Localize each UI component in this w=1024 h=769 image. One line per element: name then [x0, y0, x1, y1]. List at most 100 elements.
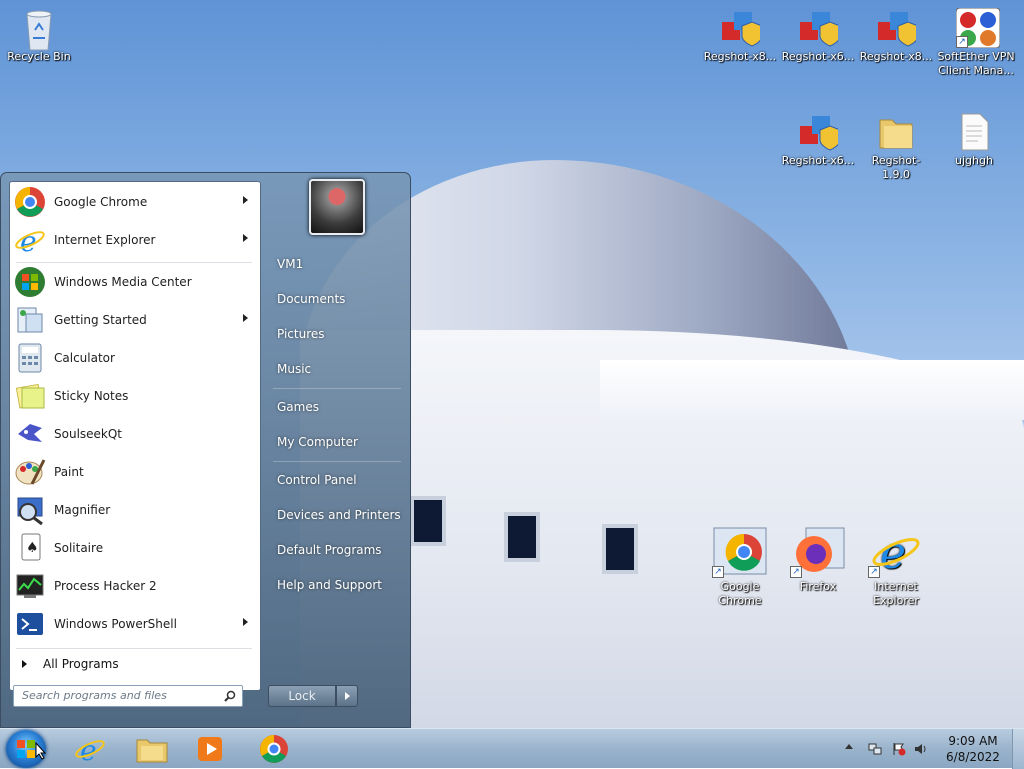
recycle-bin-icon: [19, 8, 59, 51]
desktop-icon-regshot-x86-1[interactable]: Regshot-x8...: [702, 8, 778, 64]
start-item-windows-media-center[interactable]: Windows Media Center: [12, 264, 258, 300]
search-input[interactable]: Search programs and files: [13, 685, 243, 707]
separator: [16, 262, 252, 263]
getting-started-icon: [14, 304, 46, 336]
desktop-icon-regshot-folder[interactable]: Regshot-1.9.0: [858, 112, 934, 182]
desktop-icon-label: Regshot-x6...: [781, 154, 855, 167]
shortcut-arrow-icon: ↗: [790, 566, 802, 578]
search-placeholder: Search programs and files: [22, 689, 167, 702]
taskbar: e 9:09 AM 6/8/2022: [0, 728, 1024, 769]
submenu-arrow-icon[interactable]: [243, 196, 248, 204]
start-item-paint[interactable]: Paint: [12, 454, 258, 490]
start-item-google-chrome[interactable]: Google Chrome: [12, 184, 258, 220]
wallpaper-window: [410, 496, 446, 546]
separator: [273, 388, 401, 389]
shutdown-options-arrow-icon[interactable]: [336, 685, 358, 707]
submenu-arrow-icon[interactable]: [243, 234, 248, 242]
taskbar-google-chrome[interactable]: [246, 732, 302, 766]
start-right-pictures[interactable]: Pictures: [271, 318, 407, 350]
user-avatar[interactable]: [309, 179, 365, 235]
all-programs-button[interactable]: All Programs: [12, 651, 258, 677]
start-right-help-support[interactable]: Help and Support: [271, 569, 407, 601]
desktop-icon-label: Internet Explorer: [873, 580, 919, 607]
separator: [273, 461, 401, 462]
start-right-default-programs[interactable]: Default Programs: [271, 534, 407, 566]
desktop-icon-label: Firefox: [799, 580, 837, 593]
start-right-documents[interactable]: Documents: [271, 283, 407, 315]
desktop-icon-internet-explorer[interactable]: e ↗ Internet Explorer: [858, 526, 934, 608]
regshot-icon: [720, 8, 763, 48]
action-center-flag-icon[interactable]: [892, 742, 906, 756]
start-item-windows-powershell[interactable]: Windows PowerShell: [12, 606, 258, 642]
shortcut-arrow-icon: ↗: [868, 566, 880, 578]
desktop-icon-label: Recycle Bin: [7, 50, 71, 63]
powershell-icon: [14, 608, 46, 640]
start-item-getting-started[interactable]: Getting Started: [12, 302, 258, 338]
magnifier-icon: [14, 494, 46, 526]
desktop-icon-ujghgh[interactable]: ujghgh: [936, 112, 1012, 168]
start-right-my-computer[interactable]: My Computer: [271, 426, 407, 458]
network-icon[interactable]: [868, 742, 882, 756]
desktop-icon-label: SoftEther VPN Client Mana...: [937, 50, 1015, 77]
start-item-process-hacker-2[interactable]: Process Hacker 2: [12, 568, 258, 604]
windows-logo-icon: [17, 740, 35, 758]
start-item-label: Getting Started: [54, 313, 147, 327]
show-hidden-icons-icon[interactable]: [845, 744, 853, 749]
lock-button[interactable]: Lock: [268, 685, 336, 707]
search-icon[interactable]: [224, 690, 236, 702]
mouse-cursor-icon: [35, 742, 47, 760]
start-item-magnifier[interactable]: Magnifier: [12, 492, 258, 528]
regshot-icon: [798, 8, 841, 48]
start-item-calculator[interactable]: Calculator: [12, 340, 258, 376]
chrome-icon: [14, 186, 46, 218]
wallpaper-window: [504, 512, 540, 562]
regshot-icon: [798, 112, 841, 152]
submenu-arrow-icon[interactable]: [243, 314, 248, 322]
firefox-icon: ↗: [790, 526, 846, 578]
start-right-control-panel[interactable]: Control Panel: [271, 464, 407, 496]
desktop-icon-firefox[interactable]: ↗ Firefox: [780, 526, 856, 594]
submenu-arrow-icon[interactable]: [243, 618, 248, 626]
clock-date: 6/8/2022: [946, 750, 1000, 764]
all-programs-label: All Programs: [43, 657, 119, 671]
desktop-icon-label: Regshot-1.9.0: [871, 154, 921, 181]
desktop-icon-google-chrome[interactable]: ↗ Google Chrome: [702, 526, 778, 608]
volume-icon[interactable]: [914, 742, 928, 756]
calculator-icon: [14, 342, 46, 374]
desktop-icon-regshot-x86-2[interactable]: Regshot-x8...: [858, 8, 934, 64]
desktop-icon-label: Regshot-x8...: [703, 50, 777, 63]
start-item-label: Windows PowerShell: [54, 617, 177, 631]
folder-icon: [876, 112, 916, 152]
internet-explorer-icon: e: [14, 224, 46, 258]
desktop-icon-regshot-x64-1[interactable]: Regshot-x6...: [780, 8, 856, 64]
start-item-label: Paint: [54, 465, 84, 479]
taskbar-file-explorer[interactable]: [124, 732, 180, 766]
taskbar-internet-explorer[interactable]: e: [62, 732, 118, 766]
regshot-icon: [876, 8, 919, 48]
start-item-label: Google Chrome: [54, 195, 148, 209]
desktop: Recycle Bin Regshot-x8... Regshot-x6... …: [0, 0, 1024, 728]
start-item-solitaire[interactable]: ♠ Solitaire: [12, 530, 258, 566]
start-item-soulseekqt[interactable]: SoulseekQt: [12, 416, 258, 452]
sticky-notes-icon: [14, 380, 46, 412]
desktop-icon-regshot-x64-2[interactable]: Regshot-x6...: [780, 112, 856, 168]
start-item-label: SoulseekQt: [54, 427, 123, 441]
start-item-label: Windows Media Center: [54, 275, 192, 289]
taskbar-media-player[interactable]: [182, 732, 238, 766]
start-right-games[interactable]: Games: [271, 391, 407, 423]
start-right-user[interactable]: VM1: [271, 248, 407, 280]
desktop-icon-label: Google Chrome: [718, 580, 762, 607]
svg-text:e: e: [20, 225, 37, 256]
softether-icon: ↗: [955, 7, 1001, 49]
start-menu-programs-pane: Google Chrome e Internet Explorer Window…: [9, 181, 261, 691]
start-right-music[interactable]: Music: [271, 353, 407, 385]
start-item-internet-explorer[interactable]: e Internet Explorer: [12, 222, 258, 258]
media-player-icon: [198, 737, 222, 761]
start-right-devices-printers[interactable]: Devices and Printers: [271, 499, 407, 531]
start-item-sticky-notes[interactable]: Sticky Notes: [12, 378, 258, 414]
separator: [16, 648, 252, 649]
show-desktop-button[interactable]: [1012, 729, 1024, 769]
taskbar-clock[interactable]: 9:09 AM 6/8/2022: [938, 733, 1008, 765]
desktop-icon-softether-vpn[interactable]: ↗ SoftEther VPN Client Mana...: [936, 7, 1016, 78]
desktop-icon-recycle-bin[interactable]: Recycle Bin: [1, 8, 77, 64]
